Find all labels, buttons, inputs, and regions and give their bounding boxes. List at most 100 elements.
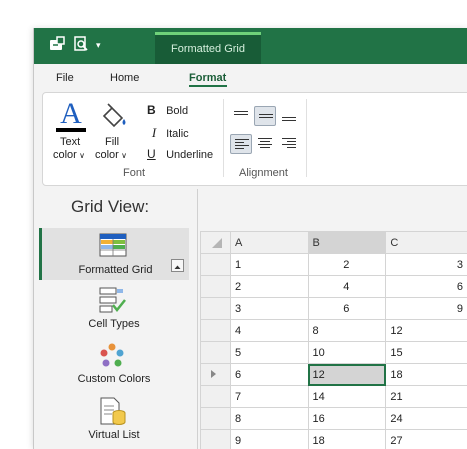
grid-cell[interactable]: 9 — [385, 297, 467, 320]
fill-color-icon — [102, 103, 126, 128]
active-tab-underline — [189, 85, 227, 87]
grid-table: A B C 1 2 3 2 4 6 3 6 9 4 8 12 5 10 15 6… — [200, 231, 467, 449]
grid-cell[interactable]: 18 — [385, 363, 467, 386]
underline-icon: U — [147, 147, 156, 161]
align-center-button[interactable] — [254, 134, 276, 154]
grid-cell[interactable]: 16 — [307, 407, 387, 430]
menu-bar: File Home Format — [34, 64, 467, 92]
align-top-button[interactable] — [230, 106, 252, 126]
fill-color-button[interactable]: Fill color ∨ — [95, 99, 131, 161]
grid-cell[interactable]: 8 — [307, 319, 387, 342]
sidebar-item-custom-colors[interactable]: Custom Colors — [39, 339, 189, 391]
bold-button[interactable]: B Bold — [147, 103, 188, 117]
row-header[interactable] — [200, 319, 231, 342]
cell-types-icon — [99, 287, 126, 313]
grid-cell[interactable]: 12 — [385, 319, 467, 342]
sidebar-item-cell-types[interactable]: Cell Types — [39, 283, 189, 335]
table-row: 5 10 15 — [200, 341, 467, 364]
current-row-indicator-icon — [211, 370, 216, 378]
formatted-grid-icon — [99, 233, 127, 257]
alignment-group-label: Alignment — [239, 167, 288, 179]
row-header[interactable] — [200, 385, 231, 408]
table-row: 8 16 24 — [200, 407, 467, 430]
grid-cell[interactable]: 4 — [229, 319, 309, 342]
grid-cell[interactable]: 4 — [307, 275, 387, 298]
grid-cell[interactable]: 5 — [229, 341, 309, 364]
grid-cell[interactable]: 8 — [229, 407, 309, 430]
align-bottom-button[interactable] — [278, 106, 300, 126]
sidebar-item-label: Virtual List — [88, 429, 140, 441]
quick-access-dropdown-icon[interactable]: ▾ — [96, 36, 101, 54]
grid-cell[interactable]: 2 — [307, 253, 387, 276]
app-window: ▾ Formatted Grid File Home Format A Text… — [33, 28, 467, 449]
table-row: 6 12 18 — [200, 363, 467, 386]
active-document-tab[interactable]: Formatted Grid — [155, 32, 261, 64]
grid-cell[interactable]: 3 — [229, 297, 309, 320]
grid-cell[interactable]: 7 — [229, 385, 309, 408]
bold-label: Bold — [166, 105, 189, 117]
column-header-c[interactable]: C — [385, 231, 467, 254]
group-divider — [223, 99, 224, 177]
table-row: 9 18 27 — [200, 429, 467, 449]
align-middle-button[interactable] — [254, 106, 276, 126]
row-header[interactable] — [200, 407, 231, 430]
table-row: 3 6 9 — [200, 297, 467, 320]
svg-text:A: A — [60, 99, 82, 130]
grid-cell[interactable]: 6 — [229, 363, 309, 386]
italic-label: Italic — [166, 128, 189, 140]
select-all-icon — [212, 238, 222, 248]
sidebar-title: Grid View: — [71, 197, 150, 216]
row-header[interactable] — [200, 429, 231, 449]
grid-cell[interactable]: 2 — [229, 275, 309, 298]
chevron-up-icon — [174, 265, 181, 269]
grid-cell[interactable]: 9 — [229, 429, 309, 449]
grid-cell[interactable]: 21 — [385, 385, 467, 408]
custom-colors-icon — [100, 343, 124, 367]
table-row: 4 8 12 — [200, 319, 467, 342]
ribbon: A Text color ∨ Fill color ∨ B Bold I Ita… — [42, 92, 467, 186]
underline-button[interactable]: U Underline — [147, 147, 213, 161]
row-header[interactable] — [200, 297, 231, 320]
row-header[interactable] — [200, 275, 231, 298]
grid-cell[interactable]: 24 — [385, 407, 467, 430]
title-bar: ▾ Formatted Grid — [34, 28, 467, 64]
tab-format[interactable]: Format — [189, 72, 226, 84]
row-header-current[interactable] — [200, 363, 231, 386]
align-right-button[interactable] — [278, 134, 300, 154]
grid-cell[interactable]: 27 — [385, 429, 467, 449]
column-header-b[interactable]: B — [307, 231, 387, 254]
column-header-a[interactable]: A — [229, 231, 309, 254]
fill-color-label-line1: Fill — [105, 136, 120, 148]
sidebar-item-virtual-list[interactable]: Virtual List — [39, 394, 189, 446]
text-color-button[interactable]: A Text color ∨ — [53, 99, 89, 161]
print-preview-icon[interactable] — [73, 36, 89, 56]
group-divider — [306, 99, 307, 177]
align-left-button[interactable] — [230, 134, 252, 154]
grid-cell[interactable]: 6 — [385, 275, 467, 298]
grid-cell[interactable]: 18 — [307, 429, 387, 449]
grid-header-row: A B C — [200, 231, 467, 254]
scroll-up-button[interactable] — [171, 259, 184, 272]
tab-home[interactable]: Home — [110, 72, 139, 84]
grid-cell[interactable]: 1 — [229, 253, 309, 276]
underline-label: Underline — [166, 149, 214, 161]
table-row: 7 14 21 — [200, 385, 467, 408]
virtual-list-icon — [100, 397, 126, 425]
grid-cell[interactable]: 6 — [307, 297, 387, 320]
fill-color-label-line2: color ∨ — [95, 149, 127, 161]
grid-cell[interactable]: 14 — [307, 385, 387, 408]
row-header[interactable] — [200, 253, 231, 276]
tab-file[interactable]: File — [56, 72, 74, 84]
row-header[interactable] — [200, 341, 231, 364]
sidebar-item-formatted-grid[interactable]: Formatted Grid — [39, 228, 189, 280]
grid-cell[interactable]: 10 — [307, 341, 387, 364]
grid-cell-selected[interactable]: 12 — [307, 363, 387, 386]
grid-cell[interactable]: 3 — [385, 253, 467, 276]
bold-icon: B — [147, 103, 156, 117]
export-icon[interactable] — [48, 36, 66, 56]
corner-cell[interactable] — [200, 231, 231, 254]
grid-cell[interactable]: 15 — [385, 341, 467, 364]
italic-button[interactable]: I Italic — [147, 125, 189, 141]
table-row: 2 4 6 — [200, 275, 467, 298]
data-grid: A B C 1 2 3 2 4 6 3 6 9 4 8 12 5 10 15 6… — [200, 231, 467, 449]
